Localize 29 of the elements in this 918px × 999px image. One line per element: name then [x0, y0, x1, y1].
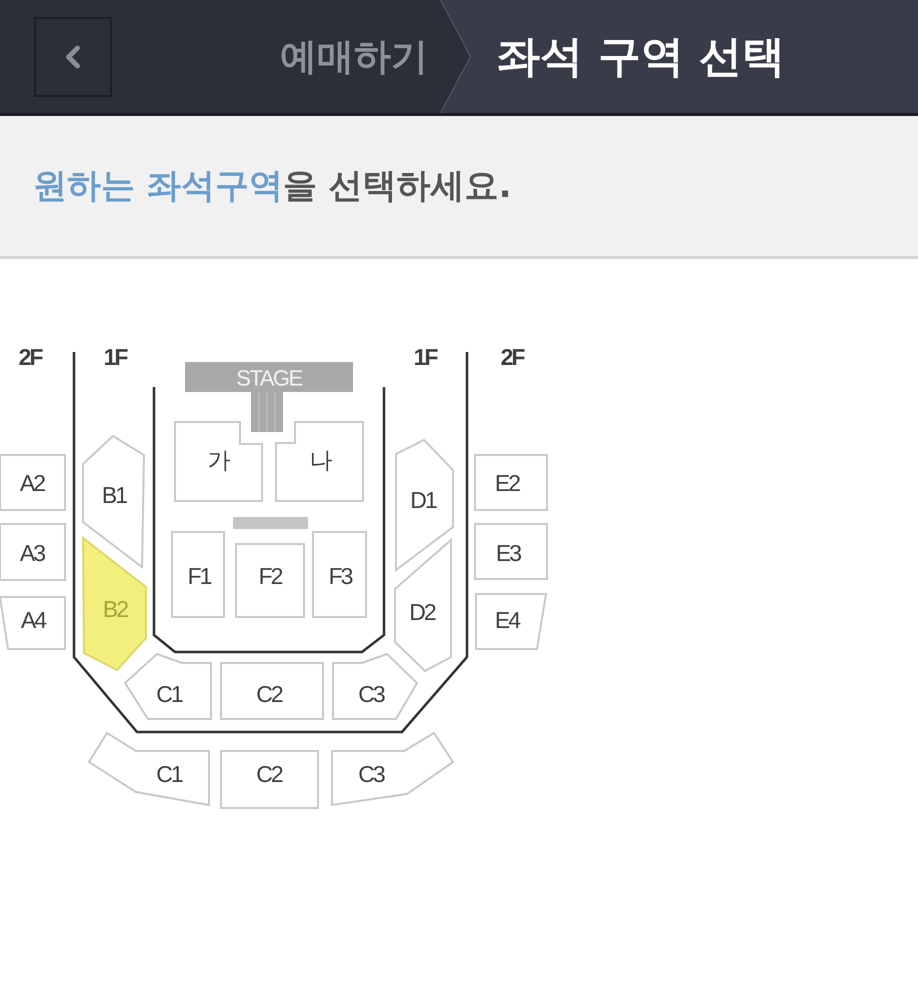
seat-section[interactable]: B1 [82, 434, 146, 569]
seat-section[interactable]: A4 [0, 596, 66, 650]
seat-section[interactable]: C1 [88, 732, 210, 806]
seat-section[interactable]: C2 [220, 662, 324, 720]
floor-label: 2F [18, 344, 42, 370]
seat-section[interactable]: C3 [331, 732, 454, 806]
floor-label: 1F [104, 344, 126, 370]
floor-label: 2F [500, 344, 524, 370]
seat-section[interactable]: 나 [275, 421, 364, 502]
floor-label: 1F [414, 344, 436, 370]
seat-section[interactable]: A2 [0, 454, 66, 511]
seat-section[interactable]: 가 [174, 421, 263, 502]
seat-section[interactable]: E2 [474, 454, 548, 511]
seat-section[interactable]: C2 [220, 750, 319, 809]
page-title: 좌석 구역 선택 [497, 30, 785, 84]
seat-section[interactable]: A3 [0, 523, 66, 581]
seat-section[interactable]: E3 [474, 523, 548, 580]
seat-section[interactable]: D2 [394, 538, 452, 672]
instruction-text: 원하는 좌석구역을 선택하세요. [33, 165, 512, 208]
seat-section[interactable]: D1 [395, 438, 454, 572]
back-button[interactable] [34, 16, 112, 96]
stage-platform: STAGE [185, 362, 353, 432]
seat-section[interactable]: E4 [475, 593, 548, 650]
seat-section[interactable]: C3 [332, 652, 418, 720]
seat-section[interactable]: C1 [124, 652, 212, 720]
seat-section[interactable]: F1 [171, 531, 225, 618]
breadcrumb-link[interactable]: 예매하기 [280, 32, 428, 82]
seat-section[interactable]: F3 [312, 531, 367, 618]
seat-section[interactable]: F2 [235, 543, 305, 618]
